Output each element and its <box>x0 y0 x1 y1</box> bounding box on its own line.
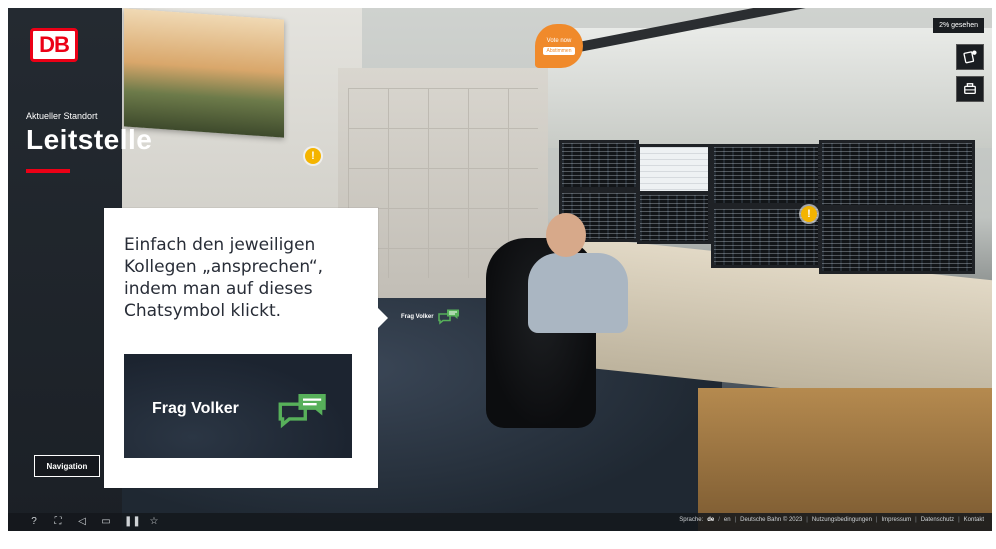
footer-link-imprint[interactable]: Impressum <box>881 517 911 523</box>
location-title: Leitstelle <box>26 124 153 155</box>
preview-chat-label: Frag Volker <box>152 400 239 417</box>
monitor <box>559 140 639 190</box>
toolbox-icon <box>964 83 976 95</box>
scene-painting <box>124 8 284 138</box>
navigation-button[interactable]: Navigation <box>34 455 100 477</box>
callout-line: Chatsymbol klickt. <box>124 301 282 321</box>
monitor <box>819 140 975 208</box>
bottom-bar: ? ⛶ ◁ ▭ ❚❚ ☆ Sprache: de / en | Deutsche… <box>8 513 992 531</box>
footer-link-privacy[interactable]: Datenschutz <box>921 517 954 523</box>
person-head <box>546 213 586 257</box>
separator: | <box>875 517 878 523</box>
progress-seen-badge: 2% gesehen <box>933 18 984 33</box>
control-icons: ? ⛶ ◁ ▭ ❚❚ ☆ <box>28 516 160 528</box>
title-underline <box>26 169 70 173</box>
viewer-stage[interactable]: ! ! Vote now Abstimmen Frag Volker DB Ak… <box>8 8 992 531</box>
language-de-link[interactable]: de <box>707 517 714 523</box>
separator: | <box>958 517 960 523</box>
info-hotspot[interactable]: ! <box>305 148 321 164</box>
callout-line: Kollegen „ansprechen“, <box>124 257 324 277</box>
chat-hotspot-frag-volker[interactable]: Frag Volker <box>401 308 460 326</box>
star-icon[interactable]: ☆ <box>148 516 160 528</box>
callout-line: indem man auf dieses <box>124 279 313 299</box>
scene-desk-front <box>698 388 992 531</box>
scene-window <box>548 28 992 148</box>
monitor <box>637 144 711 194</box>
toolbox-button[interactable] <box>956 76 984 102</box>
monitor <box>819 208 975 274</box>
cards-button[interactable] <box>956 44 984 70</box>
separator: | <box>806 517 808 523</box>
separator: | <box>915 517 917 523</box>
cardboard-icon[interactable]: ▭ <box>100 516 112 528</box>
tutorial-callout: Einfach den jeweiligen Kollegen „ansprec… <box>104 208 388 488</box>
help-icon[interactable]: ? <box>28 516 40 528</box>
vote-subtitle: Abstimmen <box>543 46 575 55</box>
cards-icon <box>963 50 977 64</box>
callout-text: Einfach den jeweiligen Kollegen „ansprec… <box>124 234 364 322</box>
vote-now-badge[interactable]: Vote now Abstimmen <box>535 24 583 68</box>
footer-link-terms[interactable]: Nutzungsbedingungen <box>812 517 872 523</box>
fullscreen-icon[interactable]: ⛶ <box>52 516 64 528</box>
monitor <box>711 144 821 206</box>
footer-link-contact[interactable]: Kontakt <box>964 517 984 523</box>
sound-icon[interactable]: ◁ <box>76 516 88 528</box>
db-logo[interactable]: DB <box>30 28 78 62</box>
callout-line: Einfach den jeweiligen <box>124 235 316 255</box>
info-hotspot[interactable]: ! <box>801 206 817 222</box>
footer-links: Sprache: de / en | Deutsche Bahn © 2023 … <box>679 517 984 523</box>
copyright-text: Deutsche Bahn © 2023 <box>740 517 803 523</box>
monitor <box>637 192 711 244</box>
location-label: Aktueller Standort <box>26 111 98 121</box>
separator: | <box>734 517 737 523</box>
callout-preview-image: Frag Volker <box>124 354 352 458</box>
separator: / <box>718 517 720 523</box>
language-label: Sprache: <box>679 517 704 523</box>
chat-bubbles-icon <box>278 393 326 429</box>
pause-icon[interactable]: ❚❚ <box>124 516 141 528</box>
chat-hotspot-label: Frag Volker <box>401 314 434 320</box>
language-en-link[interactable]: en <box>724 517 731 523</box>
vote-title: Vote now <box>546 37 572 44</box>
scene-person <box>528 213 638 363</box>
person-body <box>528 253 628 333</box>
chat-bubbles-icon <box>437 309 459 325</box>
